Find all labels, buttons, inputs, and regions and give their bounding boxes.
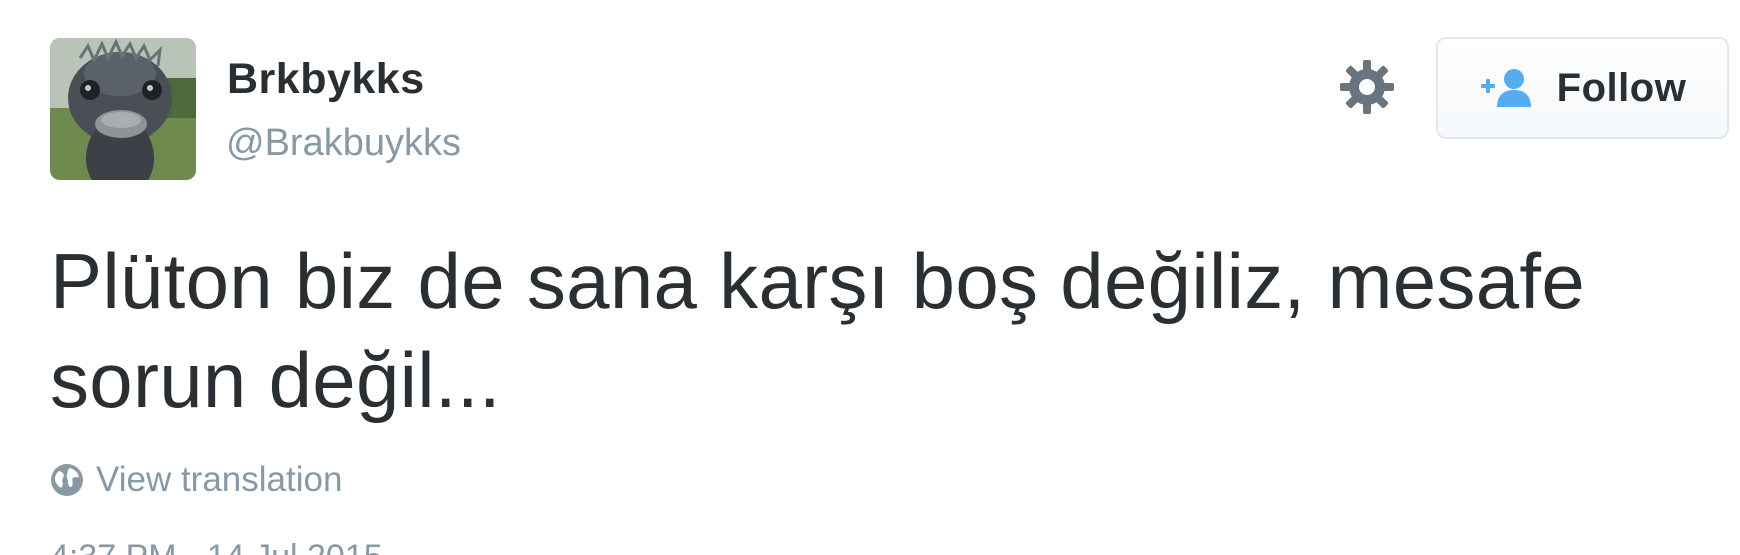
tweet-timestamp[interactable]: 4:37 PM - 14 Jul 2015 bbox=[50, 540, 383, 555]
tweet-text: Plüton biz de sana karşı boş değiliz, me… bbox=[50, 237, 1586, 424]
view-translation-link[interactable]: View translation bbox=[50, 460, 342, 500]
avatar-image bbox=[50, 38, 196, 180]
add-user-icon bbox=[1480, 69, 1531, 107]
display-name[interactable]: Brkbykks bbox=[227, 58, 425, 101]
follow-button[interactable]: Follow bbox=[1436, 37, 1729, 139]
gear-icon[interactable] bbox=[1338, 58, 1396, 116]
avatar[interactable] bbox=[50, 38, 196, 180]
view-translation-label: View translation bbox=[96, 460, 343, 499]
user-handle[interactable]: @Brakbuykks bbox=[226, 124, 461, 162]
globe-icon bbox=[51, 464, 83, 496]
follow-button-label: Follow bbox=[1556, 65, 1687, 110]
